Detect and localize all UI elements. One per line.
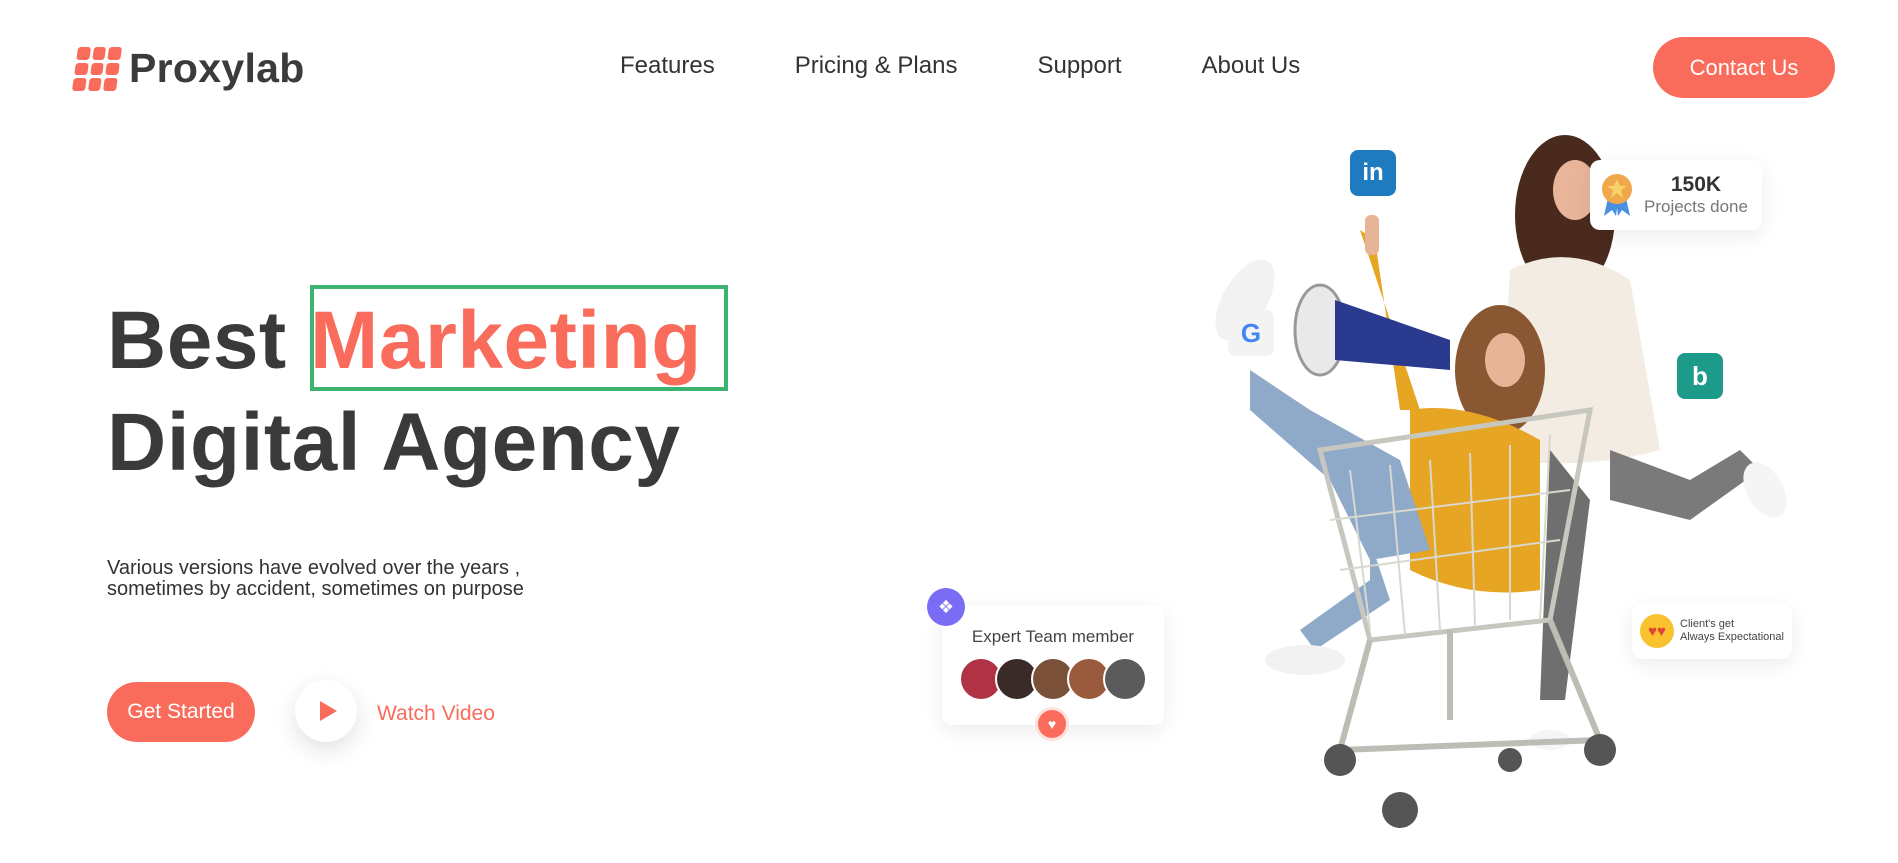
- linkedin-icon-text: in: [1362, 159, 1384, 186]
- hero-title-prefix: Best: [107, 295, 287, 386]
- client-card-line2: Always Expectational: [1680, 631, 1784, 643]
- team-card-title: Expert Team member: [971, 627, 1135, 646]
- gift-icon: ❖: [927, 588, 965, 626]
- contact-us-button[interactable]: Contact Us: [1653, 37, 1835, 98]
- google-icon-text: G: [1240, 317, 1262, 348]
- main-nav: Features Pricing & Plans Support About U…: [620, 52, 1300, 80]
- get-started-button[interactable]: Get Started: [107, 682, 255, 742]
- award-icon: [1602, 174, 1632, 216]
- hero-description: Various versions have evolved over the y…: [107, 558, 627, 600]
- hero-desc-line2: sometimes by accident, sometimes on purp…: [107, 578, 524, 600]
- bing-icon[interactable]: b: [1677, 353, 1723, 399]
- hero-title-line2: Digital Agency: [107, 397, 681, 488]
- linkedin-icon[interactable]: in: [1350, 150, 1396, 196]
- nav-item-support[interactable]: Support: [1037, 52, 1121, 80]
- team-avatars: [942, 657, 1164, 701]
- client-card: ♥♥ Client's get Always Expectational: [1632, 603, 1792, 659]
- site-header: Proxylab Features Pricing & Plans Suppor…: [0, 0, 1898, 135]
- projects-stat-value: 150K: [1670, 173, 1722, 196]
- logo-mark-icon: [71, 46, 123, 91]
- hero-illustration: in G b 150K Projects done Expert Team me…: [920, 120, 1800, 840]
- heart-eyes-emoji-icon: ♥♥: [1640, 614, 1674, 648]
- avatar: [1103, 657, 1147, 701]
- nav-item-pricing[interactable]: Pricing & Plans: [795, 52, 958, 80]
- client-card-line1: Client's get: [1680, 618, 1735, 630]
- logo-text: Proxylab: [129, 45, 305, 91]
- hero-desc-line1: Various versions have evolved over the y…: [107, 557, 521, 579]
- projects-stat-card: 150K Projects done: [1590, 160, 1762, 230]
- play-button[interactable]: [295, 680, 357, 742]
- bing-icon-text: b: [1692, 360, 1708, 391]
- team-card: Expert Team member: [942, 605, 1164, 725]
- projects-stat-label: Projects done: [1644, 197, 1748, 216]
- google-icon[interactable]: G: [1228, 310, 1274, 356]
- logo[interactable]: Proxylab: [71, 45, 305, 92]
- highlight-box: [310, 285, 728, 391]
- play-icon: [319, 701, 337, 721]
- watch-video-link[interactable]: Watch Video: [377, 702, 495, 726]
- heart-icon: ♥: [1038, 710, 1066, 738]
- nav-item-about[interactable]: About Us: [1202, 52, 1301, 80]
- nav-item-features[interactable]: Features: [620, 52, 715, 80]
